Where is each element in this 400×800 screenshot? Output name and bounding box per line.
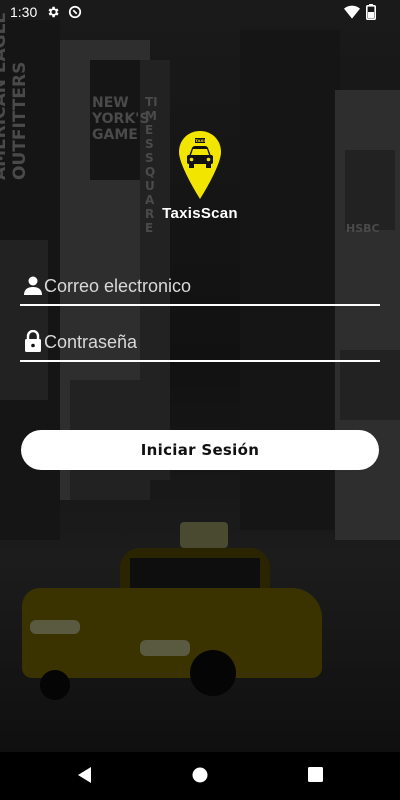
app-brand-name: TaxisScan xyxy=(162,205,238,222)
back-icon[interactable] xyxy=(76,766,92,784)
gear-icon xyxy=(48,6,59,18)
password-input[interactable] xyxy=(44,329,374,355)
password-field[interactable] xyxy=(20,326,380,362)
sign-hsbc: HSBC xyxy=(346,222,380,235)
background-photo: AMERICAN EAGLE OUTFITTERS NEW YORK'S GAM… xyxy=(0,0,400,800)
sign-american-eagle: AMERICAN EAGLE OUTFITTERS xyxy=(0,11,30,180)
navigation-bar xyxy=(0,752,400,800)
home-icon[interactable] xyxy=(192,767,208,783)
location-pin-icon: TAXI xyxy=(179,131,221,199)
status-time: 1:30 xyxy=(10,4,38,20)
sync-icon xyxy=(68,5,82,19)
sign-game: NEW YORK'S GAME xyxy=(92,95,150,143)
wifi-icon xyxy=(344,5,360,19)
person-icon xyxy=(24,276,42,295)
taxi-sign-text: TAXI xyxy=(195,138,205,143)
email-field[interactable] xyxy=(20,270,380,306)
lock-icon xyxy=(25,330,41,352)
login-button[interactable]: Iniciar Sesión xyxy=(21,430,379,470)
recents-icon[interactable] xyxy=(308,767,323,782)
email-input[interactable] xyxy=(44,273,374,299)
status-bar: 1:30 xyxy=(0,0,400,24)
battery-icon xyxy=(366,4,376,20)
